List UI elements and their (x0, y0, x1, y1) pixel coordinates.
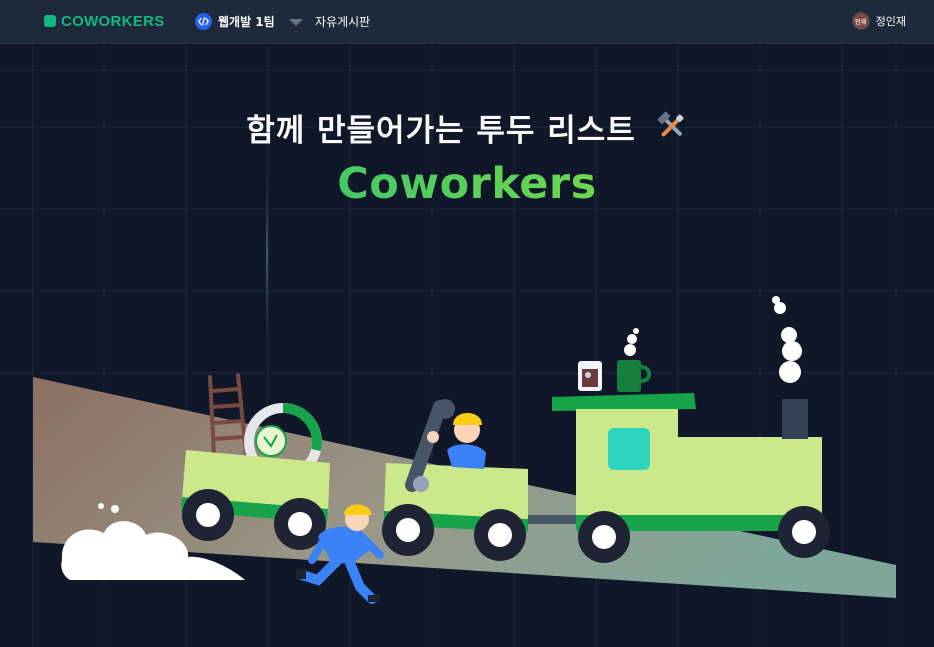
logo-text: COWORKERS (61, 12, 165, 30)
top-navbar: COWORKERS 웹개발 1팀 자유게시판 인재 정인재 (0, 0, 934, 44)
coffee-cups (578, 328, 652, 392)
train-illustration (33, 296, 896, 604)
avatar: 인재 (851, 12, 870, 30)
code-icon (195, 12, 212, 30)
logo-icon (44, 15, 56, 27)
landing-hero: 함께 만들어가는 투두 리스트 Coworkers (0, 45, 934, 647)
team-selector[interactable]: 웹개발 1팀 (195, 11, 303, 31)
train-engine (552, 296, 830, 563)
user-menu[interactable]: 인재 정인재 (851, 11, 906, 31)
coupling (528, 515, 580, 524)
free-board-link[interactable]: 자유게시판 (315, 13, 370, 30)
caret-down-icon[interactable] (288, 12, 303, 31)
coworkers-logo[interactable]: COWORKERS (44, 12, 165, 30)
user-name: 정인재 (875, 15, 906, 28)
team-name: 웹개발 1팀 (218, 14, 275, 29)
